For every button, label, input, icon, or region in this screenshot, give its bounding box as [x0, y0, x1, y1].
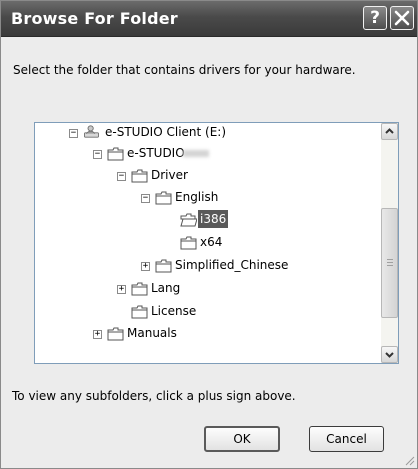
- close-button[interactable]: [390, 6, 414, 30]
- tree-item-label: Driver: [151, 168, 188, 182]
- tree-item-license[interactable]: License: [35, 302, 380, 322]
- collapse-toggle[interactable]: −: [117, 172, 126, 181]
- tree-item-english[interactable]: − English: [35, 188, 380, 208]
- tree-item-drive[interactable]: − e-STUDIO Client (E:): [35, 123, 380, 143]
- folder-icon: [131, 169, 148, 183]
- help-button[interactable]: ?: [363, 6, 387, 30]
- chevron-up-icon: [385, 128, 394, 134]
- tree-item-lang[interactable]: + Lang: [35, 279, 380, 299]
- expand-toggle[interactable]: +: [93, 330, 102, 339]
- collapse-toggle[interactable]: −: [69, 129, 78, 138]
- tree-item-label: Lang: [151, 281, 181, 295]
- tree-item-label: License: [151, 304, 197, 318]
- tree-item-label: Manuals: [127, 326, 177, 340]
- tree-item-label: i386: [198, 210, 229, 228]
- tree-item-label: e-STUDIO Client (E:): [105, 125, 227, 139]
- close-icon: [394, 10, 410, 26]
- chevron-down-icon: [385, 352, 394, 358]
- blurred-text: [183, 150, 209, 157]
- scroll-thumb[interactable]: [381, 208, 398, 318]
- tree-item-label: English: [175, 190, 219, 204]
- hint-text: To view any subfolders, click a plus sig…: [12, 389, 296, 403]
- collapse-toggle[interactable]: −: [93, 150, 102, 159]
- resize-grip-icon[interactable]: [403, 454, 415, 466]
- tree-item-x64[interactable]: x64: [35, 233, 380, 253]
- folder-icon: [180, 236, 197, 250]
- folder-tree[interactable]: − e-STUDIO Client (E:) − e-STUDIO − Driv…: [34, 122, 399, 364]
- scroll-down-button[interactable]: [381, 346, 398, 363]
- dialog-title: Browse For Folder: [11, 9, 178, 28]
- cancel-button[interactable]: Cancel: [309, 426, 384, 452]
- folder-icon: [131, 305, 148, 319]
- title-bar[interactable]: Browse For Folder ?: [1, 1, 417, 37]
- tree-item-label: Simplified_Chinese: [175, 258, 289, 272]
- tree-item-driver[interactable]: − Driver: [35, 166, 380, 186]
- drive-user-icon: [84, 125, 99, 138]
- expand-toggle[interactable]: +: [141, 262, 150, 271]
- tree-item-label: x64: [200, 235, 223, 249]
- folder-icon: [107, 327, 124, 341]
- tree-item-label: e-STUDIO: [127, 146, 185, 160]
- folder-icon: [131, 282, 148, 296]
- tree-item-manuals[interactable]: + Manuals: [35, 324, 380, 344]
- ok-button[interactable]: OK: [204, 426, 280, 452]
- tree-item-simplified-chinese[interactable]: + Simplified_Chinese: [35, 256, 380, 276]
- collapse-toggle[interactable]: −: [141, 194, 150, 203]
- browse-for-folder-dialog: Browse For Folder ? Select the folder th…: [0, 0, 418, 469]
- vertical-scrollbar[interactable]: [381, 123, 398, 363]
- scroll-up-button[interactable]: [381, 123, 398, 140]
- folder-icon: [155, 191, 172, 205]
- folder-icon: [155, 259, 172, 273]
- expand-toggle[interactable]: +: [117, 285, 126, 294]
- tree-item-i386[interactable]: i386: [35, 210, 380, 230]
- open-folder-icon: [180, 213, 197, 227]
- tree-item-e-studio[interactable]: − e-STUDIO: [35, 144, 380, 164]
- instruction-text: Select the folder that contains drivers …: [13, 63, 356, 77]
- folder-icon: [107, 147, 124, 161]
